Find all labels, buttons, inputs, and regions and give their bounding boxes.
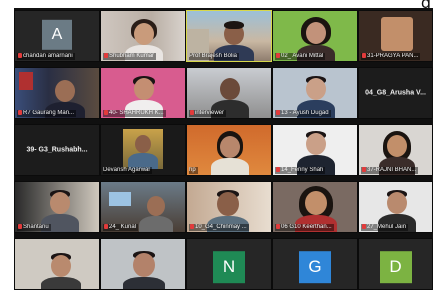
participant-tile[interactable]: Shantanu (14, 181, 100, 233)
participant-name: Shantanu (17, 224, 51, 231)
participant-tile[interactable]: 14_Fenny Shah (272, 124, 358, 176)
participant-name: Devansh Agarwal (103, 167, 152, 174)
participant-tile[interactable]: 39- G3_Rushabh... (14, 124, 100, 176)
participant-tile[interactable]: hp (186, 124, 272, 176)
participant-tile[interactable]: 27_Mehul Jain (358, 181, 433, 233)
participant-tile[interactable]: 40- SHAHRUKH K... (100, 67, 186, 119)
participant-name: interviewer (189, 110, 227, 117)
participant-name: Shubham Kumar (103, 53, 157, 60)
muted-mic-icon (276, 110, 280, 115)
participant-tile[interactable]: 06 G10 Keerthan... (272, 181, 358, 233)
participant-name: 27_Mehul Jain (361, 224, 409, 231)
participant-name: R7 Gaurang Man... (17, 110, 77, 117)
avatar-initial: N (213, 251, 245, 284)
participant-tile[interactable] (14, 238, 100, 290)
muted-mic-icon (104, 224, 108, 229)
muted-mic-icon (104, 110, 108, 115)
participant-tile[interactable]: N (186, 238, 272, 290)
participant-name: 37-RAJNI BHAN... (361, 167, 419, 174)
participant-tile[interactable]: 04_G8_Arusha V... (358, 67, 433, 119)
muted-mic-icon (104, 53, 108, 58)
participant-name: 02_ Avani Mittal (275, 53, 326, 60)
participant-name: 14_Fenny Shah (275, 167, 326, 174)
participant-name: 40- SHAHRUKH K... (103, 110, 166, 117)
muted-mic-icon (362, 167, 366, 172)
participant-name: hp (189, 167, 198, 174)
participant-tile[interactable]: interviewer (186, 67, 272, 119)
participant-name: 24_ Kunal (103, 224, 139, 231)
participant-tile[interactable] (100, 238, 186, 290)
participant-tile[interactable]: 37-RAJNI BHAN... (358, 124, 433, 176)
participant-display-name: 04_G8_Arusha V... (365, 89, 426, 97)
participant-tile[interactable]: A chandan amarnani (14, 10, 100, 62)
participant-tile[interactable]: 02_ Avani Mittal (272, 10, 358, 62)
participant-video-grid: A chandan amarnani Shubham Kumar Prof Br… (14, 8, 433, 290)
participant-name: chandan amarnani (17, 53, 75, 60)
participant-name: 06 G10 Keerthan... (275, 224, 334, 231)
muted-mic-icon (190, 224, 194, 229)
participant-tile[interactable]: 24_ Kunal (100, 181, 186, 233)
participant-display-name: 39- G3_Rushabh... (26, 146, 88, 154)
participant-tile[interactable]: D (358, 238, 433, 290)
participant-name: 10_G4_Chinmay ... (189, 224, 249, 231)
muted-mic-icon (18, 110, 22, 115)
muted-mic-icon (362, 53, 366, 58)
participant-tile[interactable]: R7 Gaurang Man... (14, 67, 100, 119)
muted-mic-icon (18, 224, 22, 229)
participant-name: 13 - Ayush Dugad (275, 110, 331, 117)
participant-tile[interactable]: G (272, 238, 358, 290)
participant-tile[interactable]: Shubham Kumar (100, 10, 186, 62)
participant-tile[interactable]: Devansh Agarwal (100, 124, 186, 176)
participant-tile[interactable]: 31-PRAGYA PAN... (358, 10, 433, 62)
muted-mic-icon (190, 110, 194, 115)
avatar-initial: D (379, 251, 412, 284)
participant-tile-active-speaker[interactable]: Prof Brajesh Bolia (186, 10, 272, 62)
participant-name: Prof Brajesh Bolia (189, 53, 240, 60)
participant-name: 31-PRAGYA PAN... (361, 53, 421, 60)
participant-tile[interactable]: 13 - Ayush Dugad (272, 67, 358, 119)
muted-mic-icon (18, 53, 22, 58)
avatar-initial: A (42, 19, 72, 50)
muted-mic-icon (276, 167, 280, 172)
muted-mic-icon (276, 224, 280, 229)
avatar-initial: G (299, 251, 331, 284)
participant-tile[interactable]: 10_G4_Chinmay ... (186, 181, 272, 233)
muted-mic-icon (276, 53, 280, 58)
muted-mic-icon (362, 224, 366, 229)
